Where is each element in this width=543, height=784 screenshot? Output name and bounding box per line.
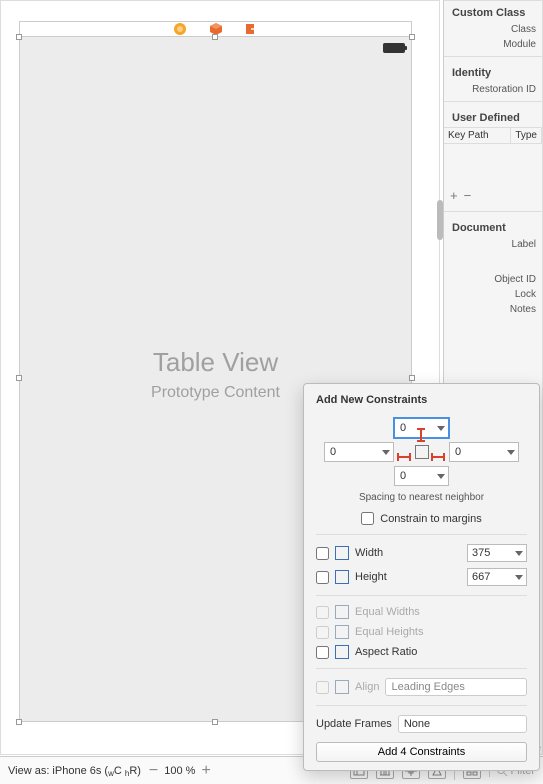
width-input[interactable]: 375 xyxy=(467,544,527,562)
exit-icon[interactable] xyxy=(245,22,259,36)
selection-handle[interactable] xyxy=(409,34,415,40)
col-type[interactable]: Type xyxy=(511,128,542,143)
width-icon xyxy=(335,546,349,560)
aspect-ratio-label: Aspect Ratio xyxy=(355,646,417,658)
constraints-popover: Add New Constraints 0 0 0 0 Spacing to n… xyxy=(303,383,540,771)
spacing-hint: Spacing to nearest neighbor xyxy=(316,492,527,503)
align-checkbox xyxy=(316,681,329,694)
height-checkbox[interactable] xyxy=(316,571,329,584)
equal-heights-label: Equal Heights xyxy=(355,626,424,638)
equal-heights-icon xyxy=(335,625,349,639)
spacing-bottom-input[interactable]: 0 xyxy=(394,466,449,486)
col-keypath[interactable]: Key Path xyxy=(444,128,511,143)
coin-icon[interactable] xyxy=(173,22,187,36)
selection-handle[interactable] xyxy=(16,375,22,381)
equal-widths-icon xyxy=(335,605,349,619)
spacing-right-input[interactable]: 0 xyxy=(449,442,519,462)
width-label: Width xyxy=(355,547,383,559)
selection-handle[interactable] xyxy=(212,34,218,40)
selection-handle[interactable] xyxy=(212,719,218,725)
zoom-level: 100 % xyxy=(164,765,195,777)
section-document: Document xyxy=(444,216,542,237)
spacing-center-box xyxy=(415,445,429,459)
notes-label: Notes xyxy=(510,304,536,315)
aspect-ratio-icon xyxy=(335,645,349,659)
width-checkbox[interactable] xyxy=(316,547,329,560)
update-frames-select[interactable]: None xyxy=(398,715,527,733)
strut-right[interactable] xyxy=(431,456,445,458)
selection-handle[interactable] xyxy=(409,375,415,381)
doc-label-label: Label xyxy=(512,239,536,250)
equal-heights-checkbox xyxy=(316,626,329,639)
constrain-margins-label: Constrain to margins xyxy=(380,513,482,525)
aspect-ratio-checkbox[interactable] xyxy=(316,646,329,659)
status-bar xyxy=(383,43,405,53)
remove-row-button[interactable]: − xyxy=(464,188,472,203)
equal-widths-label: Equal Widths xyxy=(355,606,420,618)
section-identity: Identity xyxy=(444,61,542,82)
section-custom-class: Custom Class xyxy=(444,1,542,22)
selection-handle[interactable] xyxy=(16,34,22,40)
tableview-title: Table View xyxy=(20,347,411,378)
align-select: Leading Edges xyxy=(385,678,527,696)
align-label: Align xyxy=(355,681,379,693)
constrain-margins-checkbox[interactable] xyxy=(361,512,374,525)
strut-top[interactable] xyxy=(420,428,422,442)
align-icon xyxy=(335,680,349,694)
zoom-out-button[interactable]: − xyxy=(149,762,158,780)
height-input[interactable]: 667 xyxy=(467,568,527,586)
user-defined-table-header: Key Path Type xyxy=(444,127,542,144)
strut-left[interactable] xyxy=(397,456,411,458)
update-frames-label: Update Frames xyxy=(316,718,392,730)
section-user-defined: User Defined xyxy=(444,106,542,127)
view-as-label[interactable]: View as: iPhone 6s (wC hR) xyxy=(8,765,141,777)
add-constraints-button[interactable]: Add 4 Constraints xyxy=(316,742,527,762)
restoration-label: Restoration ID xyxy=(472,84,536,95)
height-label: Height xyxy=(355,571,387,583)
equal-widths-checkbox xyxy=(316,606,329,619)
battery-icon xyxy=(383,43,405,53)
lock-label: Lock xyxy=(515,289,536,300)
spacing-left-input[interactable]: 0 xyxy=(324,442,394,462)
add-row-button[interactable]: + xyxy=(450,188,458,203)
module-label: Module xyxy=(503,39,536,50)
class-label: Class xyxy=(511,24,536,35)
selection-handle[interactable] xyxy=(16,719,22,725)
height-icon xyxy=(335,570,349,584)
objectid-label: Object ID xyxy=(494,274,536,285)
popover-title: Add New Constraints xyxy=(316,394,527,406)
zoom-in-button[interactable]: + xyxy=(201,762,210,780)
